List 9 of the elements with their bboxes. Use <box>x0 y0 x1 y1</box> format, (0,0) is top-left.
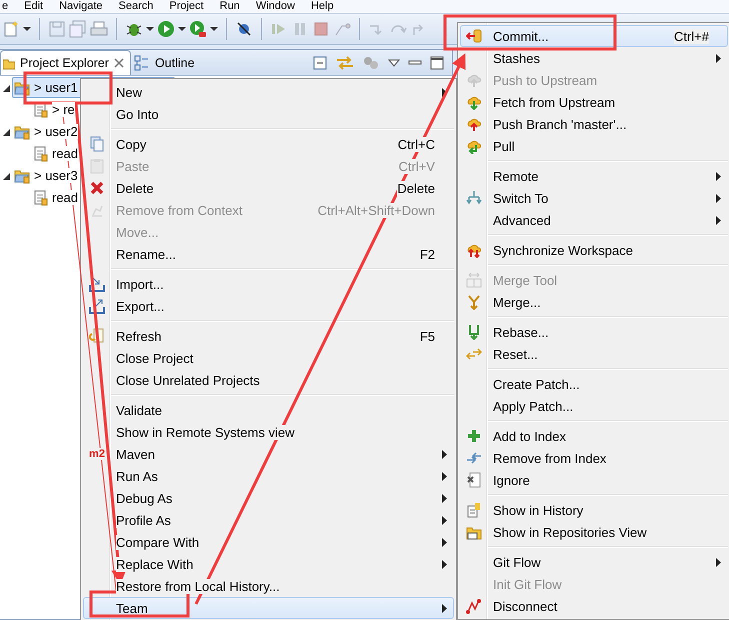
maven-label: m2 <box>89 448 105 460</box>
tab-label: Project Explorer <box>20 56 109 70</box>
tab-label: Outline <box>154 56 195 70</box>
shortcut-text: Ctrl+C <box>398 136 435 152</box>
shortcut-text: Ctrl+Alt+Shift+Down <box>318 202 435 218</box>
shortcut-text: Ctrl+# <box>674 28 709 44</box>
shortcut-text: Ctrl+V <box>398 158 435 174</box>
shortcut-text: F2 <box>420 246 435 262</box>
shortcut-text: Delete <box>397 180 435 196</box>
